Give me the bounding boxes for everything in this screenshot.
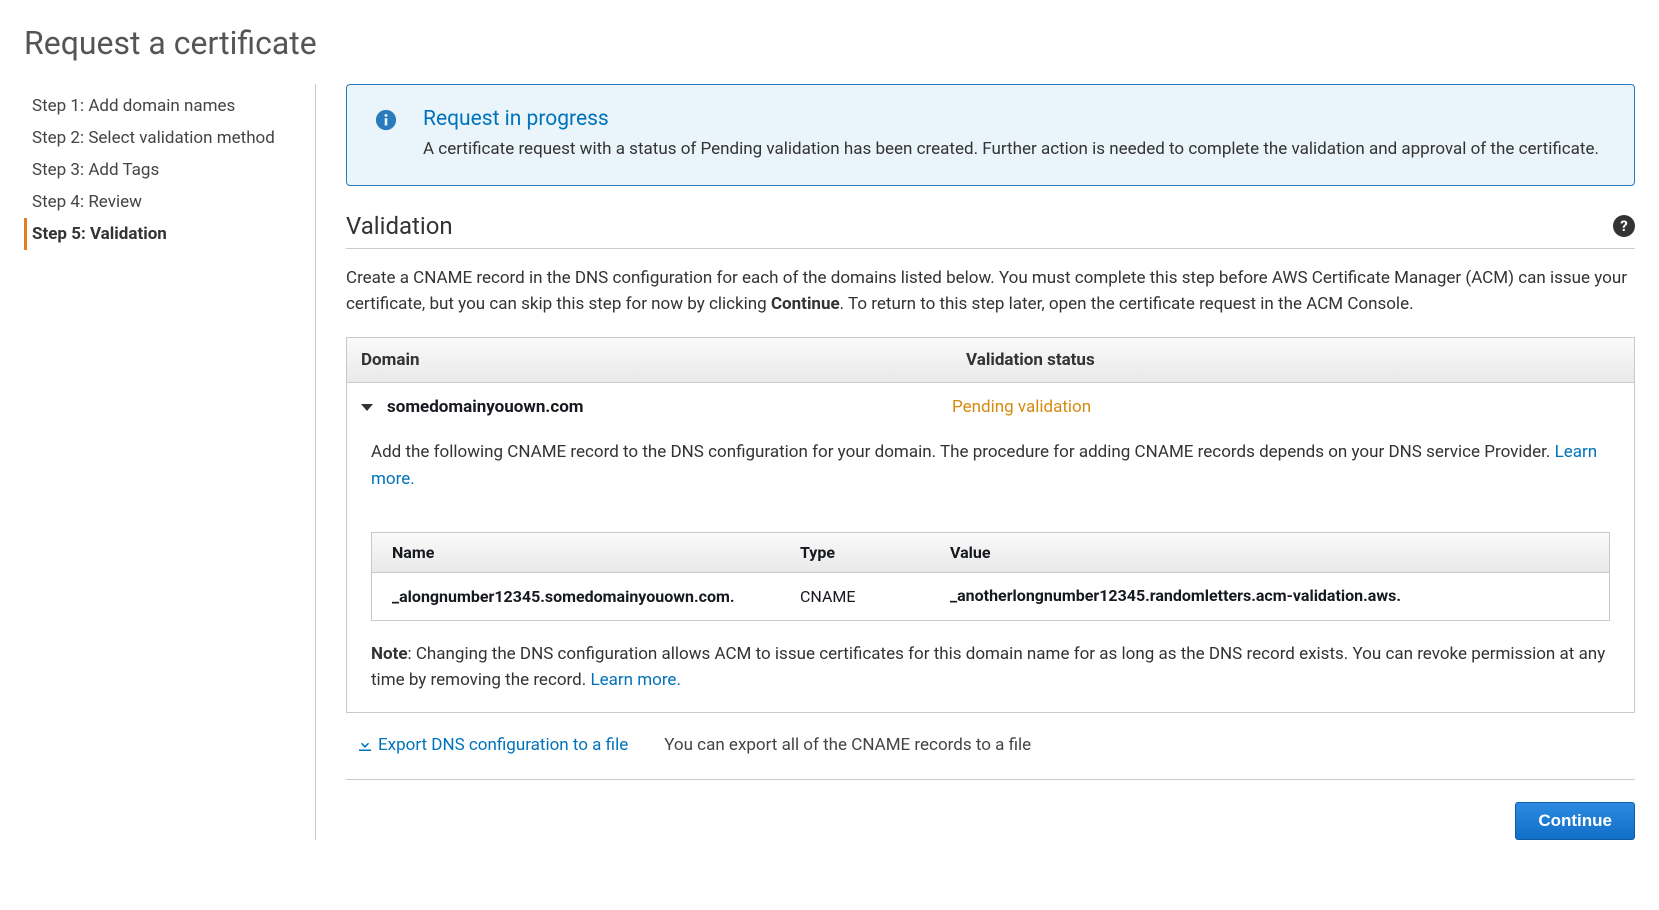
cname-type: CNAME: [792, 573, 942, 620]
domain-table: Domain Validation status somedomainyouow…: [346, 337, 1635, 712]
desc-bold: Continue: [771, 294, 840, 314]
expanded-instructions: Add the following CNAME record to the DN…: [371, 439, 1610, 492]
main-content: Request in progress A certificate reques…: [316, 84, 1635, 840]
info-alert-title: Request in progress: [423, 107, 1599, 131]
note-label: Note: [371, 644, 408, 664]
step-2[interactable]: Step 2: Select validation method: [24, 122, 303, 154]
cname-name: _alongnumber12345.somedomainyouown.com.: [372, 573, 792, 620]
cname-header-value: Value: [942, 533, 1609, 572]
step-5[interactable]: Step 5: Validation: [24, 218, 303, 250]
step-3[interactable]: Step 3: Add Tags: [24, 154, 303, 186]
export-dns-label: Export DNS configuration to a file: [378, 735, 628, 755]
cname-header-name: Name: [372, 533, 792, 572]
info-alert: Request in progress A certificate reques…: [346, 84, 1635, 186]
desc-suffix: . To return to this step later, open the…: [840, 294, 1414, 314]
info-icon: [375, 109, 397, 137]
section-title: Validation: [346, 212, 453, 240]
export-dns-link[interactable]: Export DNS configuration to a file: [356, 735, 628, 755]
help-icon[interactable]: ?: [1613, 215, 1635, 237]
continue-button[interactable]: Continue: [1515, 802, 1635, 840]
header-domain: Domain: [347, 338, 952, 382]
cname-table: Name Type Value _alongnumber12345.somedo…: [371, 532, 1610, 621]
domain-name: somedomainyouown.com: [387, 397, 952, 417]
cname-header-type: Type: [792, 533, 942, 572]
note: Note: Changing the DNS configuration all…: [347, 621, 1634, 712]
note-text: : Changing the DNS configuration allows …: [371, 644, 1605, 690]
domain-table-header: Domain Validation status: [347, 338, 1634, 383]
cname-header: Name Type Value: [372, 533, 1609, 573]
domain-row[interactable]: somedomainyouown.com Pending validation: [347, 383, 1634, 421]
cname-value: _anotherlongnumber12345.randomletters.ac…: [942, 578, 1609, 615]
expanded-text-body: Add the following CNAME record to the DN…: [371, 442, 1555, 462]
header-status: Validation status: [952, 338, 1634, 382]
domain-expanded: Add the following CNAME record to the DN…: [347, 421, 1634, 532]
step-4[interactable]: Step 4: Review: [24, 186, 303, 218]
note-learn-more-link[interactable]: Learn more.: [590, 670, 681, 690]
cname-row: _alongnumber12345.somedomainyouown.com. …: [372, 573, 1609, 620]
download-icon: [356, 736, 374, 754]
section-description: Create a CNAME record in the DNS configu…: [346, 265, 1635, 318]
wizard-steps-sidebar: Step 1: Add domain names Step 2: Select …: [24, 84, 316, 840]
export-hint: You can export all of the CNAME records …: [664, 735, 1031, 755]
footer: Continue: [346, 780, 1635, 840]
page-title: Request a certificate: [24, 24, 1635, 62]
caret-down-icon[interactable]: [361, 404, 373, 411]
export-row: Export DNS configuration to a file You c…: [346, 713, 1635, 780]
step-1[interactable]: Step 1: Add domain names: [24, 90, 303, 122]
info-alert-text: A certificate request with a status of P…: [423, 137, 1599, 163]
validation-status: Pending validation: [952, 397, 1091, 417]
